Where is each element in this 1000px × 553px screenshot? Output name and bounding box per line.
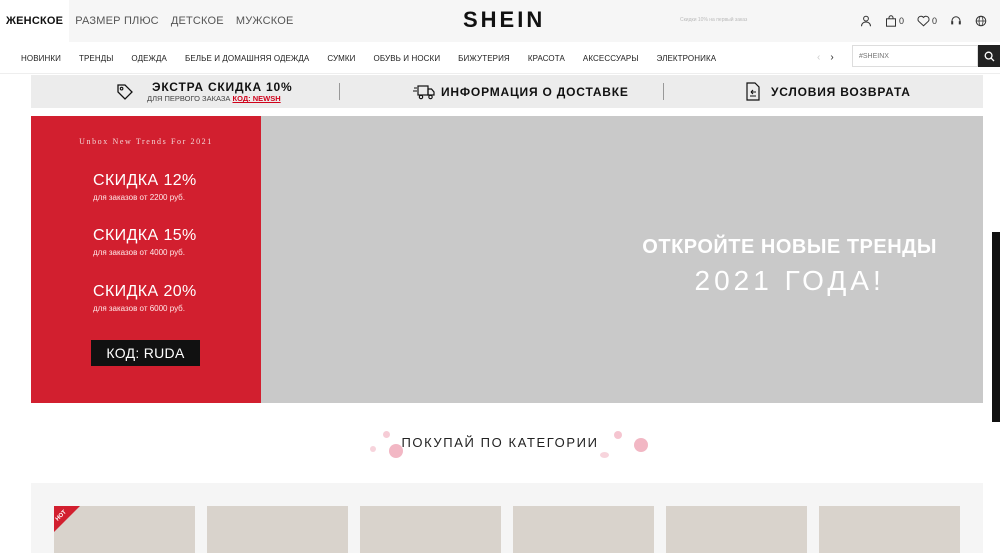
hero-headline-line-2: 2021 ГОДА! <box>694 265 885 296</box>
search-input[interactable] <box>852 45 978 67</box>
category-nav: НОВИНКИ ТРЕНДЫ ОДЕЖДА БЕЛЬЕ И ДОМАШНЯЯ О… <box>0 42 1000 74</box>
hero-headline-line-1: ОТКРОЙТЕ НОВЫЕ ТРЕНДЫ <box>642 236 937 258</box>
tab-kids[interactable]: ДЕТСКОЕ <box>165 0 230 42</box>
price-tag-icon <box>117 83 133 100</box>
nav-item-bags[interactable]: СУМКИ <box>327 54 355 63</box>
nav-item-lingerie[interactable]: БЕЛЬЕ И ДОМАШНЯЯ ОДЕЖДА <box>185 54 309 63</box>
return-policy-link[interactable]: УСЛОВИЯ ВОЗВРАТА <box>744 75 911 108</box>
extra-discount-code: КОД: NEWSH <box>232 94 281 103</box>
extra-discount-subtitle: ДЛЯ ПЕРВОГО ЗАКАЗА КОД: NEWSH <box>147 94 292 103</box>
nav-item-electronics[interactable]: ЭЛЕКТРОНИКА <box>657 54 717 63</box>
info-divider <box>663 83 664 100</box>
globe-icon[interactable] <box>975 15 987 27</box>
nav-item-shoes[interactable]: ОБУВЬ И НОСКИ <box>374 54 441 63</box>
extra-discount-title: ЭКСТРА СКИДКА 10% <box>152 80 293 94</box>
cart-button[interactable]: 0 <box>885 15 904 27</box>
support-icon[interactable] <box>950 15 962 27</box>
delivery-info-link[interactable]: ИНФОРМАЦИЯ О ДОСТАВКЕ <box>413 75 629 108</box>
category-card[interactable] <box>513 506 654 553</box>
shein-logo[interactable]: SHEIN <box>463 7 545 33</box>
hero-headline: ОТКРОЙТЕ НОВЫЕ ТРЕНДЫ 2021 ГОДА! <box>642 236 937 297</box>
hero-banner[interactable]: Unbox New Trends For 2021 СКИДКА 12% для… <box>31 116 983 403</box>
promo-panel: Unbox New Trends For 2021 СКИДКА 12% для… <box>31 116 261 403</box>
cart-count: 0 <box>898 16 904 26</box>
offer-15: СКИДКА 15% для заказов от 4000 руб. <box>93 227 197 257</box>
nav-item-beauty[interactable]: КРАСОТА <box>528 54 565 63</box>
category-card[interactable] <box>360 506 501 553</box>
header-icons: 0 0 <box>860 0 1000 42</box>
return-policy-label: УСЛОВИЯ ВОЗВРАТА <box>771 84 911 99</box>
offer-title: СКИДКА 12% <box>93 172 197 189</box>
wishlist-button[interactable]: 0 <box>917 15 937 27</box>
nav-item-jewelry[interactable]: БИЖУТЕРИЯ <box>458 54 510 63</box>
delivery-truck-icon <box>413 84 435 99</box>
nav-item-new[interactable]: НОВИНКИ <box>21 54 61 63</box>
category-nav-items: НОВИНКИ ТРЕНДЫ ОДЕЖДА БЕЛЬЕ И ДОМАШНЯЯ О… <box>12 42 725 74</box>
hot-badge: HOT <box>54 506 80 532</box>
search-button[interactable] <box>978 45 1000 67</box>
extra-discount-note: ДЛЯ ПЕРВОГО ЗАКАЗА <box>147 94 231 103</box>
offer-title: СКИДКА 15% <box>93 227 197 244</box>
offer-condition: для заказов от 6000 руб. <box>93 304 185 313</box>
info-strip: ЭКСТРА СКИДКА 10% ДЛЯ ПЕРВОГО ЗАКАЗА КОД… <box>31 75 983 108</box>
tab-plus-size[interactable]: РАЗМЕР ПЛЮС <box>69 0 165 42</box>
heart-icon <box>917 15 930 27</box>
nav-prev-arrow[interactable]: ‹ <box>817 52 820 63</box>
side-feedback-tab[interactable] <box>992 232 1000 422</box>
category-card[interactable] <box>666 506 807 553</box>
nav-item-accessories[interactable]: АКСЕССУАРЫ <box>583 54 639 63</box>
return-document-icon <box>746 81 760 101</box>
promo-code-button[interactable]: КОД: RUDA <box>91 340 200 366</box>
bag-icon <box>885 15 896 27</box>
nav-scroll-arrows: ‹ › <box>812 52 839 63</box>
delivery-info-label: ИНФОРМАЦИЯ О ДОСТАВКЕ <box>441 84 629 99</box>
search-icon <box>984 51 994 61</box>
top-bar: ЖЕНСКОЕ РАЗМЕР ПЛЮС ДЕТСКОЕ МУЖСКОЕ SHEI… <box>0 0 1000 42</box>
decorative-petal <box>600 452 609 458</box>
header-promo-hint: Скидки 10% на первый заказ <box>680 17 748 23</box>
category-card[interactable] <box>207 506 348 553</box>
tab-men[interactable]: МУЖСКОЕ <box>230 0 300 42</box>
extra-discount-banner[interactable]: ЭКСТРА СКИДКА 10% ДЛЯ ПЕРВОГО ЗАКАЗА КОД… <box>115 75 292 108</box>
offer-title: СКИДКА 20% <box>93 283 197 300</box>
nav-next-arrow[interactable]: › <box>830 52 833 63</box>
offer-12: СКИДКА 12% для заказов от 2200 руб. <box>93 172 197 202</box>
wishlist-count: 0 <box>931 16 937 26</box>
shop-by-category-title: ПОКУПАЙ ПО КАТЕГОРИИ <box>401 435 599 450</box>
nav-item-trends[interactable]: ТРЕНДЫ <box>79 54 113 63</box>
nav-item-clothing[interactable]: ОДЕЖДА <box>131 54 167 63</box>
offer-condition: для заказов от 2200 руб. <box>93 193 185 202</box>
gender-tabs: ЖЕНСКОЕ РАЗМЕР ПЛЮС ДЕТСКОЕ МУЖСКОЕ <box>0 0 300 42</box>
info-divider <box>339 83 340 100</box>
category-card[interactable] <box>819 506 960 553</box>
account-icon[interactable] <box>860 15 872 27</box>
offer-condition: для заказов от 4000 руб. <box>93 248 185 257</box>
promo-tagline: Unbox New Trends For 2021 <box>79 137 213 146</box>
offer-20: СКИДКА 20% для заказов от 6000 руб. <box>93 283 197 313</box>
tab-women[interactable]: ЖЕНСКОЕ <box>0 0 70 42</box>
